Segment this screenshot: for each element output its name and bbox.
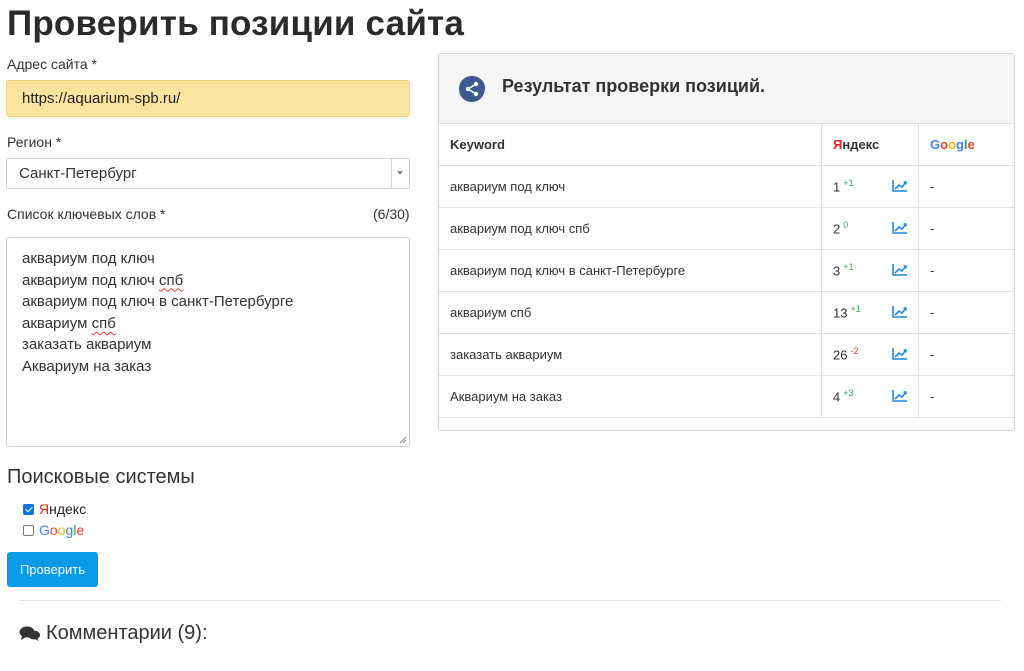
keyword-line: аквариум спб [22,313,394,335]
url-label: Адрес сайта * [7,56,97,72]
region-select-value: Санкт-Петербург [19,165,137,182]
engine-yandex-option[interactable]: Яндекс [23,500,86,518]
google-position-cell: - [918,375,1014,418]
table-row: аквариум спб 13 +1- [439,291,1014,334]
keyword-cell: Аквариум на заказ [439,375,822,418]
position-delta: +1 [843,178,854,189]
keyword-text: аквариум под ключ спб [22,271,184,289]
spellcheck-word: спб [159,271,184,289]
keywords-textarea[interactable]: аквариум под ключ аквариум под ключ спб … [6,237,410,447]
divider [19,600,1001,601]
keyword-line: аквариум под ключ спб [22,270,394,292]
region-select-toggle[interactable] [391,159,409,188]
url-input[interactable] [6,80,410,117]
yandex-position-cell: 13 +1 [821,291,919,334]
yandex-position-cell: 3 +1 [821,249,919,292]
yandex-position: 4 [833,389,841,405]
table-row: аквариум под ключ в санкт-Петербурге 3 +1- [439,249,1014,292]
page-title: Проверить позиции сайта [7,4,465,43]
position-delta: 0 [843,220,849,231]
keyword-text: аквариум спб [22,314,116,332]
yandex-position-cell: 20 [821,207,919,250]
keyword-line: Аквариум на заказ [22,357,152,375]
google-label: Google [39,522,85,538]
chart-line-icon[interactable] [892,263,908,279]
comments-title: Комментарии (9): [46,622,208,644]
position-delta: +1 [843,262,854,273]
position-delta: -2 [850,346,859,357]
google-position-cell: - [918,333,1014,376]
keyword-line: аквариум под ключ в санкт-Петербурге [22,293,294,311]
keyword-cell: аквариум под ключ [439,165,822,208]
chart-line-icon[interactable] [892,221,908,237]
yandex-position-cell: 26 -2 [821,333,919,376]
table-row: заказать аквариум 26 -2- [439,333,1014,376]
yandex-position: 2 [833,221,841,237]
google-checkbox[interactable] [23,524,34,536]
yandex-position-cell: 1 +1 [821,165,919,208]
table-row: аквариум под ключ 1 +1- [439,165,1014,208]
google-head-text: Google [930,137,975,152]
position-delta: +3 [843,388,854,399]
keyword-line: аквариум под ключ [22,250,155,267]
share-icon [459,76,485,102]
keyword-cell: аквариум под ключ спб [439,207,822,250]
comments-icon [19,626,40,641]
yandex-checkbox[interactable] [23,503,34,515]
results-table: Keyword Яндекс Google аквариум под ключ 1… [439,124,1014,418]
spellcheck-word: спб [91,314,116,332]
region-label: Регион * [7,134,62,150]
google-position-cell: - [918,291,1014,334]
keyword-cell: аквариум под ключ в санкт-Петербурге [439,249,822,292]
yandex-position: 13 [833,305,848,321]
table-header-row: Keyword Яндекс Google [439,124,1014,166]
resize-handle-icon[interactable] [399,436,407,444]
comments-heading: Комментарии (9): [19,622,208,645]
region-select[interactable]: Санкт-Петербург [6,158,410,189]
chart-line-icon[interactable] [892,305,908,321]
results-panel-header: Результат проверки позиций. [439,54,1014,124]
yandex-position: 26 [833,347,848,363]
column-header-google: Google [918,124,1014,166]
column-header-keyword: Keyword [439,124,822,166]
chart-line-icon[interactable] [892,179,908,195]
chart-line-icon[interactable] [892,347,908,363]
position-delta: +1 [850,304,861,315]
chart-line-icon[interactable] [892,389,908,405]
google-position-cell: - [918,249,1014,292]
keyword-cell: аквариум спб [439,291,822,334]
table-row: Аквариум на заказ 4 +3- [439,375,1014,418]
check-button[interactable]: Проверить [7,552,98,587]
column-header-yandex: Яндекс [821,124,919,166]
google-position-cell: - [918,165,1014,208]
results-panel: Результат проверки позиций. Keyword Янде… [438,53,1015,431]
keywords-label: Список ключевых слов * [7,206,166,222]
caret-down-icon [397,171,403,175]
search-engines-title: Поисковые системы [7,466,195,488]
keywords-counter: (6/30) [373,206,410,222]
results-title: Результат проверки позиций. [502,76,766,96]
table-row: аквариум под ключ спб 2 0- [439,207,1014,250]
engine-google-option[interactable]: Google [23,521,84,539]
keyword-cell: заказать аквариум [439,333,822,376]
google-position-cell: - [918,207,1014,250]
yandex-position: 1 [833,179,841,195]
keyword-line: заказать аквариум [22,336,152,354]
yandex-position: 3 [833,263,841,279]
yandex-position-cell: 4 +3 [821,375,919,418]
yandex-label: Яндекс [39,501,87,517]
